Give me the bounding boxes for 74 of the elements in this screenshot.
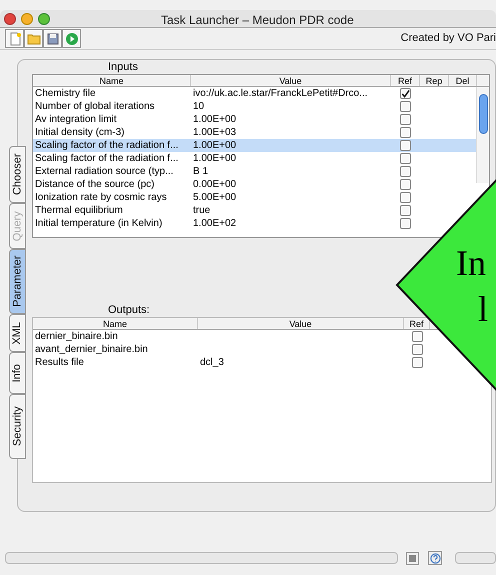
callout-text: l	[478, 291, 488, 327]
close-button[interactable]	[4, 12, 16, 24]
checkbox[interactable]	[400, 114, 411, 125]
column-header[interactable]: Value	[191, 75, 391, 86]
side-tab[interactable]: Security	[9, 394, 26, 459]
play-icon	[64, 32, 78, 46]
column-header[interactable]: Rep	[420, 75, 449, 86]
side-tab[interactable]: Parameter	[9, 249, 26, 314]
section-label: Inputs	[108, 62, 138, 73]
help-button[interactable]	[428, 551, 442, 565]
table-cell: Number of global iterations	[35, 101, 155, 112]
table-cell: Chemistry file	[35, 88, 96, 99]
table-cell: 10	[193, 101, 204, 112]
table-cell: 1.00E+00	[193, 114, 236, 125]
table-cell: Initial temperature (in Kelvin)	[35, 218, 162, 229]
checkbox[interactable]	[400, 166, 411, 177]
checkbox[interactable]	[400, 153, 411, 164]
table-cell: 1.00E+03	[193, 127, 236, 138]
checkbox[interactable]	[412, 357, 422, 368]
checkbox[interactable]	[400, 127, 411, 138]
table-cell: avant_dernier_binaire.bin	[35, 344, 148, 355]
table-cell: B 1	[193, 166, 208, 177]
save-icon	[46, 32, 60, 46]
table-cell: Av integration limit	[35, 114, 117, 125]
toolbar-button[interactable]	[62, 29, 81, 48]
column-header[interactable]: Name	[33, 318, 198, 329]
checkbox[interactable]	[400, 140, 411, 151]
table-cell: 0.00E+00	[193, 179, 236, 190]
column-header[interactable]: Del	[449, 75, 477, 86]
checkbox[interactable]	[412, 344, 422, 355]
section-label: Outputs:	[108, 305, 150, 316]
table-cell: Distance of the source (pc)	[35, 179, 154, 190]
column-header[interactable]: Value	[198, 318, 404, 329]
checkbox[interactable]	[400, 192, 411, 203]
table-cell: Scaling factor of the radiation f...	[35, 140, 178, 151]
table-cell: External radiation source (typ...	[35, 166, 174, 177]
side-tab[interactable]: Chooser	[9, 146, 26, 203]
window-title: Task Launcher – Meudon PDR code	[161, 12, 354, 29]
selected-row[interactable]: Scaling factor of the radiation f... 1.00E+00	[33, 139, 477, 152]
table-cell: Ionization rate by cosmic rays	[35, 192, 167, 203]
table-cell: 1.00E+00	[193, 140, 236, 151]
checkbox[interactable]	[400, 101, 411, 112]
callout-text: In	[456, 245, 486, 281]
checkbox[interactable]	[400, 179, 411, 190]
table-cell: Initial density (cm-3)	[35, 127, 124, 138]
status-field	[455, 552, 496, 564]
scrollbar[interactable]	[476, 87, 489, 183]
checkbox[interactable]	[400, 88, 411, 99]
toolbar-button[interactable]	[5, 29, 24, 48]
checkbox[interactable]	[400, 218, 411, 229]
table-cell: Results file	[35, 357, 84, 368]
table-cell: true	[193, 205, 210, 216]
toolbar-button[interactable]	[24, 29, 43, 48]
new-file-icon	[8, 32, 22, 46]
folder-icon	[26, 32, 40, 46]
column-header[interactable]: Ref	[391, 75, 420, 86]
side-tab[interactable]: XML	[9, 314, 26, 352]
table-cell: ivo://uk.ac.le.star/FranckLePetit#Drco...	[193, 88, 368, 99]
side-tab[interactable]: Info	[9, 352, 26, 394]
stop-button[interactable]	[406, 552, 419, 564]
table-cell: dcl_3	[200, 357, 224, 368]
zoom-button[interactable]	[38, 12, 50, 24]
checkbox[interactable]	[412, 331, 422, 342]
credit-text: Created by VO Pari	[400, 31, 496, 46]
checkbox[interactable]	[400, 205, 411, 216]
table-cell: Thermal equilibrium	[35, 205, 123, 216]
table-cell: 5.00E+00	[193, 192, 236, 203]
column-header[interactable]: Name	[33, 75, 191, 86]
table-cell: Scaling factor of the radiation f...	[35, 153, 178, 164]
table-cell: dernier_binaire.bin	[35, 331, 118, 342]
minimize-button[interactable]	[21, 12, 33, 24]
table-cell: 1.00E+00	[193, 153, 236, 164]
table-cell: 1.00E+02	[193, 218, 236, 229]
toolbar-button[interactable]	[43, 29, 62, 48]
